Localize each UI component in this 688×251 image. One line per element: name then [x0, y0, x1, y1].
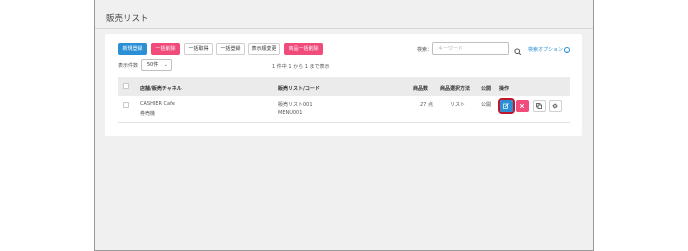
gear-icon: [552, 103, 558, 109]
search-label: 検索：: [417, 47, 433, 53]
row-selection-method: リスト: [450, 102, 466, 108]
header-actions: 操作: [499, 86, 510, 92]
product-bulk-delete-button[interactable]: 商品一括削除: [284, 43, 323, 55]
header-published: 公開: [481, 86, 492, 92]
header-selection-method: 商品選択方法: [440, 86, 471, 92]
row-published: 公開: [481, 102, 492, 108]
chevron-down-icon: ⌄: [163, 62, 168, 68]
row-list-code: MENU001: [278, 110, 303, 116]
count-label: 表示件数: [118, 63, 139, 69]
bulk-delete-button[interactable]: 一括削除: [151, 43, 180, 55]
new-button[interactable]: 新規登録: [118, 43, 147, 55]
table-header: 店舗/販売チャネル 販売リスト/コード 商品数 商品選択方法 公開 操作: [118, 77, 570, 96]
header-product-count: 商品数: [413, 86, 429, 92]
bulk-register-button[interactable]: 一括登録: [216, 43, 245, 55]
row-store-name: CASHIER Cafe: [140, 101, 175, 107]
header-list-code: 販売リスト/コード: [278, 86, 320, 92]
record-info: 1 件中 1 から 1 まで表示: [272, 64, 330, 70]
header-store: 店舗/販売チャネル: [140, 86, 182, 92]
edit-button[interactable]: [498, 98, 515, 114]
search-options-label: 検索オプション: [528, 47, 564, 53]
row-divider: [118, 122, 570, 123]
row-store-channel: 券売機: [140, 111, 156, 117]
row-checkbox[interactable]: [123, 102, 129, 108]
count-select-value: 50件: [147, 62, 159, 68]
settings-button[interactable]: [549, 100, 562, 112]
select-all-checkbox[interactable]: [123, 83, 129, 89]
row-product-count: 27 点: [420, 102, 433, 108]
page-title: 販売リスト: [106, 14, 149, 24]
copy-button[interactable]: [533, 100, 546, 112]
close-icon: [519, 103, 525, 109]
bulk-get-button[interactable]: 一括取得: [184, 43, 213, 55]
title-divider: [95, 28, 593, 29]
search-options-link[interactable]: 検索オプション ⌄: [528, 46, 571, 53]
delete-button[interactable]: [516, 100, 529, 112]
row-list-name[interactable]: 販売リスト001: [278, 101, 313, 108]
sales-list-table: 店舗/販売チャネル 販売リスト/コード 商品数 商品選択方法 公開 操作 CAS…: [118, 77, 570, 123]
chevron-down-icon: ⌄: [564, 46, 571, 53]
search-button[interactable]: [512, 43, 524, 56]
count-select[interactable]: 50件 ⌄: [141, 59, 172, 71]
edit-icon: [503, 103, 509, 109]
search-icon: [514, 48, 522, 56]
search-input[interactable]: [432, 42, 509, 55]
display-order-button[interactable]: 表示順変更: [248, 43, 280, 55]
copy-icon: [536, 103, 542, 109]
